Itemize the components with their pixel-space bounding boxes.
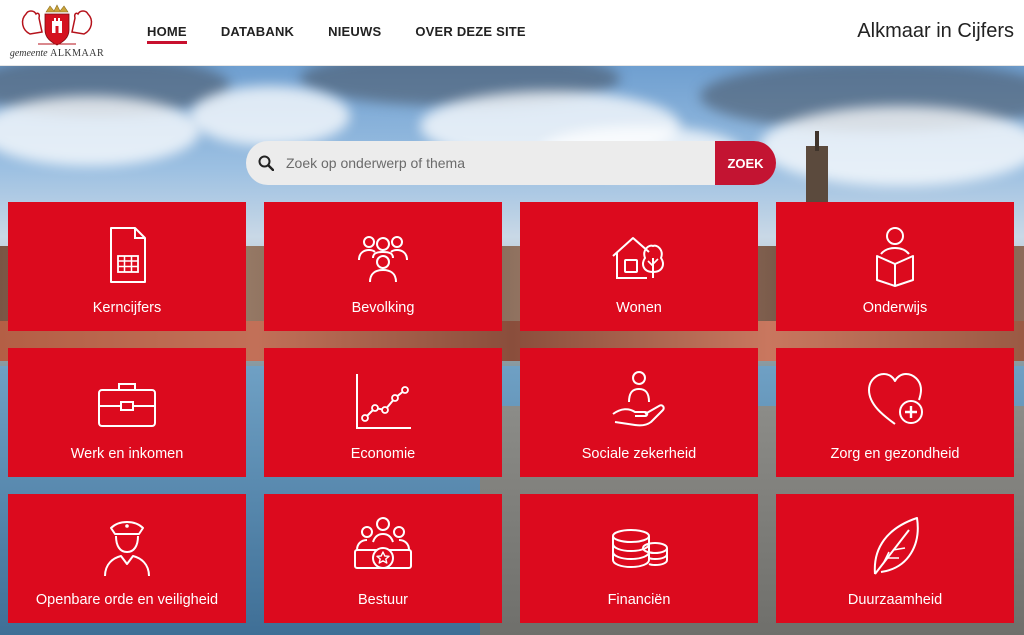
people-group-icon [358, 236, 408, 283]
tile-label: Openbare orde en veiligheid [35, 592, 219, 608]
nav-nieuws[interactable]: NIEUWS [328, 0, 381, 66]
tile-label: Kerncijfers [92, 300, 162, 316]
search-button[interactable]: ZOEK [715, 141, 776, 185]
search-bar: ZOEK [246, 141, 776, 185]
cloud [190, 86, 350, 146]
tile-label: Zorg en gezondheid [830, 446, 960, 462]
tile-label: Werk en inkomen [70, 446, 184, 462]
house-tree-icon [612, 237, 664, 279]
police-officer-icon [104, 521, 150, 577]
document-table-icon [110, 227, 146, 283]
person-reading-icon [876, 227, 914, 287]
site-header: gemeente ALKMAAR HOME DATABANK NIEUWS OV… [0, 0, 1024, 66]
main-navigation: HOME DATABANK NIEUWS OVER DEZE SITE [130, 0, 543, 66]
tile-label: Bevolking [351, 300, 415, 316]
council-star-icon [354, 517, 412, 569]
tile-sociale-zekerheid[interactable]: Sociale zekerheid [520, 348, 758, 477]
nav-over-deze-site[interactable]: OVER DEZE SITE [415, 0, 525, 66]
tile-label: Duurzaamheid [847, 592, 943, 608]
tile-label: Onderwijs [862, 300, 928, 316]
tile-financien[interactable]: Financiën [520, 494, 758, 623]
search-icon [246, 141, 286, 185]
tile-bevolking[interactable]: Bevolking [264, 202, 502, 331]
site-title[interactable]: Alkmaar in Cijfers [857, 20, 1014, 43]
cloud [760, 106, 1024, 186]
nav-home[interactable]: HOME [147, 0, 187, 66]
coins-stack-icon [612, 529, 668, 569]
tile-label: Sociale zekerheid [581, 446, 697, 462]
tile-onderwijs[interactable]: Onderwijs [776, 202, 1014, 331]
tile-openbare-orde-en-veiligheid[interactable]: Openbare orde en veiligheid [8, 494, 246, 623]
briefcase-icon [98, 383, 156, 427]
tile-wonen[interactable]: Wonen [520, 202, 758, 331]
church-spire [815, 131, 819, 151]
search-input[interactable] [286, 141, 715, 185]
cloud [0, 96, 200, 166]
tile-werk-en-inkomen[interactable]: Werk en inkomen [8, 348, 246, 477]
line-chart-icon [356, 374, 411, 429]
logo-text-gemeente: gemeente [9, 48, 48, 59]
logo-text: gemeente ALKMAAR [8, 48, 106, 59]
tile-bestuur[interactable]: Bestuur [264, 494, 502, 623]
heart-plus-icon [868, 373, 923, 425]
gemeente-alkmaar-logo[interactable]: gemeente ALKMAAR [8, 4, 106, 60]
tile-economie[interactable]: Economie [264, 348, 502, 477]
coat-of-arms-icon [21, 4, 93, 46]
tile-duurzaamheid[interactable]: Duurzaamheid [776, 494, 1014, 623]
tile-zorg-en-gezondheid[interactable]: Zorg en gezondheid [776, 348, 1014, 477]
tile-label: Bestuur [358, 592, 408, 608]
tile-label: Financiën [607, 592, 671, 608]
leaf-icon [873, 517, 919, 575]
nav-databank[interactable]: DATABANK [221, 0, 294, 66]
tile-label: Wonen [616, 300, 662, 316]
hand-person-icon [612, 371, 665, 427]
tile-kerncijfers[interactable]: Kerncijfers [8, 202, 246, 331]
tile-label: Economie [350, 446, 416, 462]
logo-text-alkmaar: ALKMAAR [50, 48, 105, 59]
